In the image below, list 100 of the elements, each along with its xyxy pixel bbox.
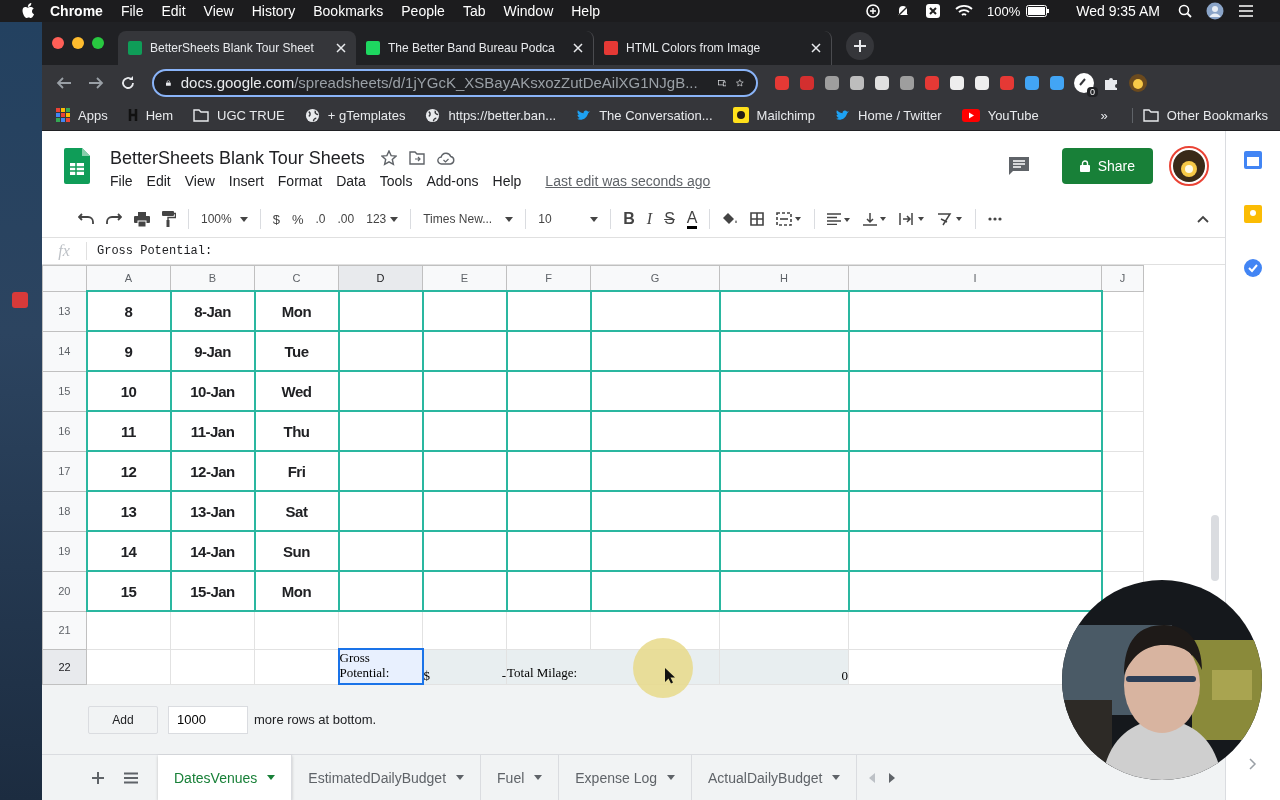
avatar-icon[interactable]: [1206, 2, 1224, 20]
text-wrap-icon[interactable]: [899, 212, 926, 226]
clock[interactable]: Wed 9:35 AM: [1076, 3, 1160, 19]
menu-item[interactable]: View: [203, 3, 234, 19]
column-header[interactable]: I: [848, 265, 1102, 291]
sheet-tab[interactable]: EstimatedDailyBudget: [292, 755, 482, 800]
account-avatar-icon[interactable]: [1169, 146, 1209, 186]
close-icon[interactable]: [336, 43, 346, 53]
menu-item[interactable]: Help: [492, 172, 522, 189]
redo-icon[interactable]: [106, 213, 122, 225]
increase-decimal-button[interactable]: .00: [337, 212, 355, 226]
font-select[interactable]: Times New...: [423, 212, 514, 226]
sheet-tab[interactable]: ActualDailyBudget: [692, 755, 858, 800]
cloud-icon[interactable]: [436, 151, 455, 165]
app-menu[interactable]: Chrome: [50, 3, 103, 19]
row-header[interactable]: 22: [42, 649, 87, 684]
minimize-window-icon[interactable]: [72, 36, 84, 49]
more-icon[interactable]: [988, 217, 1003, 221]
browser-tab[interactable]: BetterSheets Blank Tour Sheet: [118, 31, 356, 65]
text-rotation-icon[interactable]: [937, 212, 964, 226]
search-icon[interactable]: [1178, 4, 1192, 18]
paint-format-icon[interactable]: [162, 211, 176, 227]
bookmark[interactable]: Hem: [127, 107, 174, 123]
forward-icon[interactable]: [88, 74, 104, 91]
column-header[interactable]: G: [590, 265, 720, 291]
new-tab-icon[interactable]: [846, 31, 874, 60]
sheet-tab[interactable]: Fuel: [481, 755, 560, 800]
fill-color-icon[interactable]: [722, 212, 739, 226]
close-icon[interactable]: [811, 43, 821, 53]
bookmark[interactable]: Mailchimp: [732, 107, 816, 123]
align-left-icon[interactable]: [827, 213, 852, 225]
row-header[interactable]: 14: [42, 331, 87, 371]
bookmark[interactable]: + gTemplates: [304, 107, 406, 123]
menu-item[interactable]: People: [401, 3, 445, 19]
row-header[interactable]: 19: [42, 531, 87, 571]
extension-icon[interactable]: [949, 74, 965, 91]
column-header[interactable]: D: [338, 265, 423, 291]
text-color-button[interactable]: A: [686, 209, 698, 229]
list-icon[interactable]: [1238, 5, 1254, 17]
sheets-logo-icon[interactable]: [64, 148, 90, 184]
font-size-select[interactable]: 10: [538, 212, 599, 226]
bookmark[interactable]: UGC TRUE: [193, 107, 285, 123]
menu-item[interactable]: Window: [503, 3, 554, 19]
bookmark[interactable]: Apps: [56, 107, 108, 123]
borders-icon[interactable]: [750, 212, 765, 226]
add-rows-button[interactable]: Add: [88, 705, 158, 734]
grid-icon[interactable]: [924, 3, 941, 19]
row-header[interactable]: 20: [42, 571, 87, 611]
bookmark[interactable]: The Conversation...: [576, 107, 713, 123]
menu-item[interactable]: View: [184, 172, 215, 189]
add-sheet-icon[interactable]: [92, 771, 104, 784]
other-bookmarks[interactable]: Other Bookmarks: [1131, 107, 1268, 123]
maximize-window-icon[interactable]: [92, 36, 104, 49]
close-window-icon[interactable]: [52, 36, 64, 49]
extension-icon[interactable]: [874, 74, 890, 91]
column-header[interactable]: C: [254, 265, 339, 291]
wifi-icon[interactable]: [954, 4, 973, 18]
menu-item[interactable]: Help: [571, 3, 601, 19]
sheet-tab[interactable]: DatesVenues: [158, 755, 293, 800]
menu-item[interactable]: Data: [336, 172, 366, 189]
vertical-align-icon[interactable]: [863, 212, 888, 226]
currency-format-button[interactable]: $: [272, 211, 280, 227]
expand-icon[interactable]: [1249, 758, 1257, 770]
menu-item[interactable]: Edit: [161, 3, 186, 19]
battery-icon[interactable]: [1026, 5, 1051, 17]
document-title[interactable]: BetterSheets Blank Tour Sheets: [110, 147, 365, 169]
column-header[interactable]: A: [86, 265, 171, 291]
bold-button[interactable]: B: [623, 210, 635, 228]
column-header[interactable]: E: [422, 265, 507, 291]
profile-icon[interactable]: [1128, 72, 1148, 93]
row-header[interactable]: 17: [42, 451, 87, 491]
menu-item[interactable]: Format: [277, 172, 323, 189]
star-icon[interactable]: [380, 150, 397, 166]
column-header[interactable]: J: [1101, 265, 1144, 291]
bookmark[interactable]: YouTube: [961, 107, 1039, 123]
folder-icon[interactable]: [408, 151, 425, 165]
extension-icon[interactable]: [849, 74, 865, 91]
menu-item[interactable]: History: [251, 3, 296, 19]
row-header[interactable]: 15: [42, 371, 87, 411]
bookmark[interactable]: Home / Twitter: [835, 107, 942, 123]
column-header[interactable]: F: [506, 265, 591, 291]
calendar-icon[interactable]: [1244, 151, 1262, 169]
menu-item[interactable]: File: [120, 3, 144, 19]
sheet-tab[interactable]: Expense Log: [559, 755, 692, 800]
address-bar[interactable]: docs.google.com/spreadsheets/d/1jYGcK_XSBayAKsxozZutDeAilXG1NJgB...: [152, 68, 758, 97]
formula-field[interactable]: Gross Potential:: [97, 244, 213, 258]
column-header[interactable]: B: [170, 265, 255, 291]
number-format-select[interactable]: 123: [366, 212, 399, 226]
row-count-field[interactable]: 1000: [168, 705, 248, 734]
extension-icon[interactable]: [974, 74, 990, 91]
undo-icon[interactable]: [78, 213, 94, 225]
menu-item[interactable]: Edit: [146, 172, 171, 189]
percent-format-button[interactable]: %: [291, 211, 304, 227]
share-button[interactable]: Share: [1061, 148, 1153, 184]
row-header[interactable]: 21: [42, 611, 87, 649]
bookmarks-overflow[interactable]: »: [1100, 107, 1108, 123]
back-icon[interactable]: [56, 74, 72, 91]
menu-item[interactable]: Add-ons: [426, 172, 479, 189]
strikethrough-button[interactable]: S: [664, 210, 675, 228]
tasks-icon[interactable]: [1244, 259, 1262, 277]
